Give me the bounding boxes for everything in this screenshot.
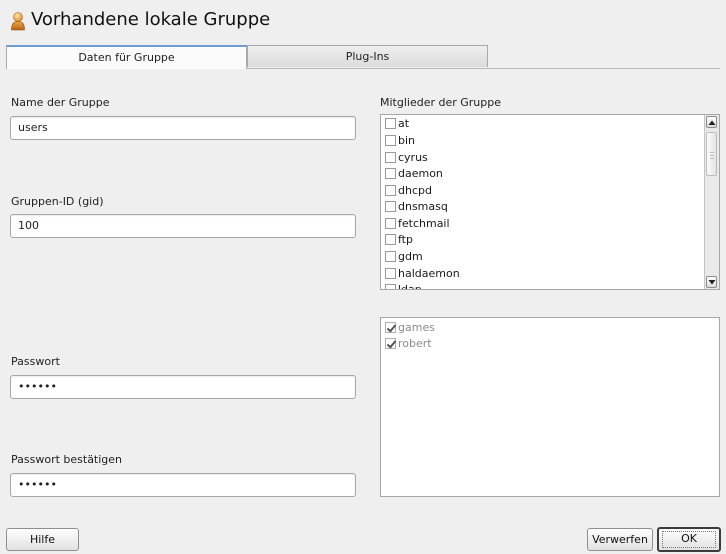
scroll-up-icon[interactable] (706, 116, 717, 128)
tab-group-data[interactable]: Daten für Gruppe (6, 45, 247, 69)
scroll-thumb[interactable] (706, 132, 717, 176)
checkbox[interactable] (385, 167, 396, 179)
list-item[interactable]: daemon (385, 166, 443, 182)
list-item[interactable]: dhcpd (385, 183, 432, 199)
list-item[interactable]: haldaemon (385, 266, 460, 282)
password-label: Passwort (11, 355, 60, 368)
list-item[interactable]: dnsmasq (385, 199, 448, 215)
password-confirm-input[interactable]: •••••• (10, 473, 356, 497)
list-item: robert (385, 336, 432, 352)
list-item[interactable]: ftp (385, 232, 413, 248)
group-name-label: Name der Gruppe (11, 96, 110, 109)
list-item[interactable]: cyrus (385, 150, 428, 166)
checkbox[interactable] (385, 151, 396, 163)
checkbox[interactable] (385, 134, 396, 146)
gid-label: Gruppen-ID (gid) (11, 195, 104, 208)
password-input[interactable]: •••••• (10, 375, 356, 399)
scroll-down-icon[interactable] (706, 276, 717, 288)
discard-button[interactable]: Verwerfen (587, 528, 653, 551)
group-name-input[interactable]: users (10, 116, 356, 140)
list-item: games (385, 320, 435, 336)
members-label: Mitglieder der Gruppe (380, 96, 502, 109)
list-item[interactable]: bin (385, 133, 415, 149)
checkbox-checked (385, 337, 396, 349)
tab-plugins[interactable]: Plug-Ins (247, 45, 488, 67)
checkbox[interactable] (385, 217, 396, 229)
help-button[interactable]: Hilfe (6, 528, 79, 551)
window-title: Vorhandene lokale Gruppe (31, 9, 271, 30)
list-item[interactable]: gdm (385, 249, 423, 265)
checkbox[interactable] (385, 233, 396, 245)
gid-input[interactable]: 100 (10, 214, 356, 238)
user-group-icon (10, 11, 26, 31)
list-item[interactable]: at (385, 116, 409, 132)
list-item[interactable]: fetchmail (385, 216, 450, 232)
checkbox[interactable] (385, 267, 396, 279)
fixed-members-list: games robert (380, 317, 720, 497)
checkbox-checked (385, 321, 396, 333)
members-list[interactable]: at bin cyrus daemon dhcpd dnsmasq fetchm… (380, 114, 720, 290)
password-confirm-label: Passwort bestätigen (11, 453, 123, 466)
checkbox[interactable] (385, 283, 396, 289)
members-scrollbar[interactable] (704, 115, 719, 289)
checkbox[interactable] (385, 250, 396, 262)
checkbox[interactable] (385, 200, 396, 212)
checkbox[interactable] (385, 184, 396, 196)
ok-button[interactable]: OK (657, 527, 721, 552)
checkbox[interactable] (385, 117, 396, 129)
ok-button-label: OK (681, 532, 697, 545)
list-item[interactable]: ldap (385, 282, 422, 289)
